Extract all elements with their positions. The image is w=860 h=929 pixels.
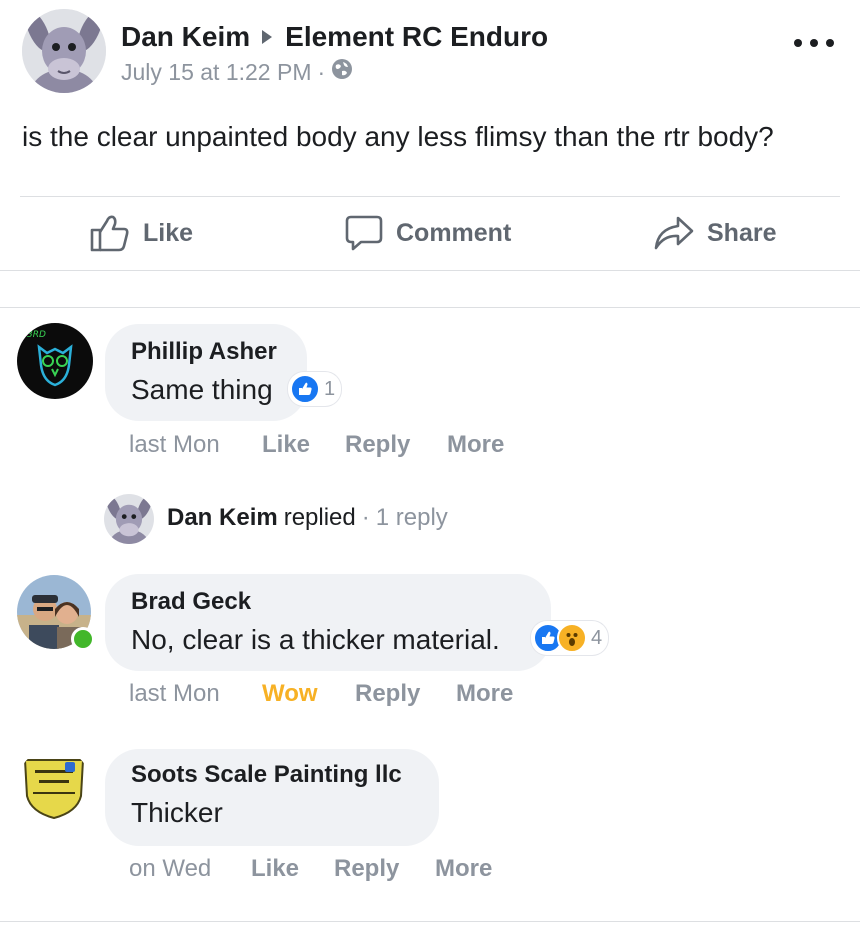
comment-time[interactable]: last Mon [129, 430, 220, 460]
post-text: is the clear unpainted body any less fli… [22, 121, 774, 152]
comment-bubble: Phillip Asher Same thing [105, 324, 307, 421]
comment-more-button[interactable]: More [435, 854, 492, 884]
commenter-name[interactable]: Soots Scale Painting llc [131, 760, 413, 790]
comment-more-button[interactable]: More [456, 679, 513, 709]
post-meta: July 15 at 1:22 PM · [121, 58, 353, 86]
reaction-summary[interactable]: 4 [531, 621, 609, 655]
online-status-indicator [71, 627, 95, 651]
comment-bubble-icon [345, 215, 383, 251]
comment-text: No, clear is a thicker material. [131, 624, 500, 655]
reply-separator: · [361, 504, 370, 531]
commenter-avatar[interactable]: 3RD [17, 323, 93, 399]
comment-text: Same thing [131, 374, 273, 405]
share-button[interactable]: Share [653, 208, 776, 258]
dot [826, 39, 834, 47]
reply-verb: replied [283, 504, 356, 531]
reply-author-avatar[interactable] [104, 494, 154, 544]
divider [20, 196, 840, 197]
reply-summary[interactable]: Dan Keim replied · 1 reply [167, 503, 448, 533]
comment-reply-button[interactable]: Reply [355, 679, 420, 709]
commenter-name[interactable]: Phillip Asher [131, 337, 281, 367]
comment-text: Thicker [131, 797, 223, 828]
post-group-name[interactable]: Element RC Enduro [285, 20, 548, 54]
comment-like-button[interactable]: Like [262, 430, 310, 460]
comment-label: Comment [396, 218, 512, 247]
share-arrow-icon [654, 216, 694, 250]
comment-button[interactable]: Comment [344, 208, 511, 258]
wow-reaction-icon [557, 623, 587, 653]
dot [794, 39, 802, 47]
comment-time[interactable]: on Wed [129, 854, 211, 884]
like-button[interactable]: Like [89, 208, 193, 258]
avatar-badge-text: 3RD [27, 330, 46, 340]
dot [810, 39, 818, 47]
comment-reply-button[interactable]: Reply [334, 854, 399, 884]
section-spacer [0, 271, 860, 308]
shield-logo-avatar-image [17, 748, 91, 822]
comment-like-button[interactable]: Like [251, 854, 299, 884]
commenter-avatar[interactable] [17, 748, 91, 822]
commenter-name[interactable]: Brad Geck [131, 587, 525, 617]
owl-logo-avatar-image: 3RD [17, 323, 93, 399]
donkey-avatar-image [104, 494, 154, 544]
like-reaction-icon [290, 374, 320, 404]
reply-count: 1 reply [375, 504, 448, 531]
more-dots-icon[interactable] [794, 36, 834, 50]
comment-wow-button[interactable]: Wow [262, 679, 318, 709]
divider [0, 921, 860, 922]
reaction-summary[interactable]: 1 [288, 372, 342, 406]
reaction-count: 4 [591, 626, 603, 649]
triangle-right-icon [262, 30, 273, 44]
share-label: Share [707, 218, 777, 247]
globe-icon [331, 58, 353, 86]
meta-separator: · [317, 59, 326, 85]
post-author-line: Dan Keim Element RC Enduro [121, 20, 548, 54]
comment-bubble: Brad Geck No, clear is a thicker materia… [105, 574, 551, 671]
comment-bubble: Soots Scale Painting llc Thicker [105, 749, 439, 846]
reply-author-name: Dan Keim [167, 504, 278, 531]
donkey-avatar-image [22, 9, 106, 93]
reaction-count: 1 [324, 377, 336, 400]
comment-more-button[interactable]: More [447, 430, 504, 460]
comment-reply-button[interactable]: Reply [345, 430, 410, 460]
thumbs-up-icon [90, 215, 129, 252]
like-label: Like [143, 218, 194, 247]
post-author-name[interactable]: Dan Keim [121, 20, 250, 54]
comment-time[interactable]: last Mon [129, 679, 220, 709]
author-avatar[interactable] [22, 9, 106, 93]
post-timestamp[interactable]: July 15 at 1:22 PM [121, 58, 312, 86]
